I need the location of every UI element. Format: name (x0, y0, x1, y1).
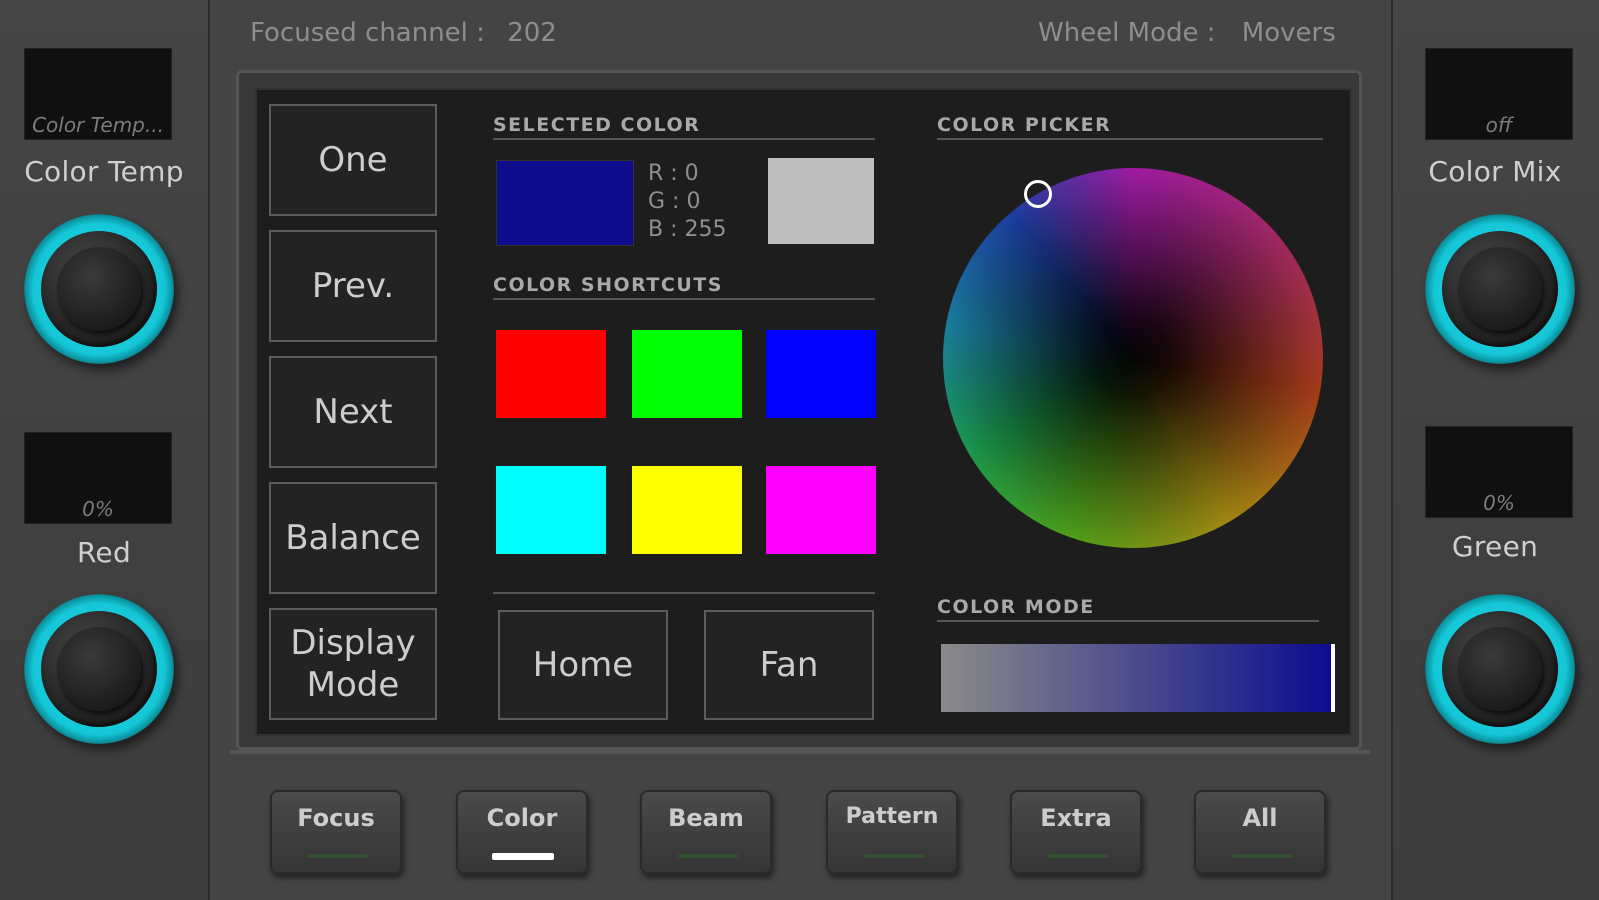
red-display: 0% (24, 432, 172, 524)
tab-pattern[interactable]: Pattern (826, 790, 958, 874)
green-value: G : 0 (648, 189, 701, 214)
color-temp-display-value: Color Temp... (32, 113, 164, 137)
tab-focus[interactable]: Focus (270, 790, 402, 874)
tab-indicator (1048, 854, 1108, 858)
shortcut-blue[interactable] (766, 330, 876, 418)
knob-ring (1442, 231, 1558, 347)
green-display: 0% (1425, 426, 1573, 518)
home-button[interactable]: Home (498, 610, 668, 720)
red-knob[interactable] (24, 594, 174, 744)
color-mode-slider[interactable] (941, 644, 1335, 712)
knob-ring (1442, 611, 1558, 727)
blue-value: B : 255 (648, 217, 727, 242)
knob-cap (1458, 247, 1542, 331)
color-mix-display: off (1425, 48, 1573, 140)
tab-pattern-label: Pattern (845, 804, 939, 829)
focused-channel-info: Focused channel : 202 (250, 18, 557, 48)
green-knob[interactable] (1425, 594, 1575, 744)
focused-channel-label: Focused channel : (250, 18, 485, 48)
tab-indicator (678, 854, 738, 858)
balance-button-label: Balance (285, 517, 421, 558)
one-button-label: One (318, 139, 388, 180)
green-display-value: 0% (1483, 491, 1515, 515)
color-mode-slider-handle[interactable] (1331, 644, 1335, 712)
wheel-mode-info: Wheel Mode : Movers (1038, 18, 1336, 48)
green-label: Green (1451, 530, 1539, 563)
focused-channel-value: 202 (507, 18, 557, 48)
shortcut-cyan[interactable] (496, 466, 606, 554)
knob-ring (41, 231, 157, 347)
bottom-divider (230, 750, 1370, 754)
red-display-value: 0% (82, 497, 114, 521)
color-temp-display: Color Temp... (24, 48, 172, 140)
one-button[interactable]: One (269, 104, 437, 216)
divider (493, 592, 875, 594)
tab-indicator (492, 853, 554, 860)
wheel-mode-value: Movers (1241, 18, 1336, 48)
tab-color[interactable]: Color (456, 790, 588, 874)
shortcut-red[interactable] (496, 330, 606, 418)
next-button-label: Next (313, 391, 393, 432)
shortcut-magenta[interactable] (766, 466, 876, 554)
color-wheel[interactable] (943, 168, 1323, 548)
knob-cap (57, 247, 141, 331)
color-shortcuts-title: COLOR SHORTCUTS (493, 274, 875, 300)
knob-cap (1458, 627, 1542, 711)
color-wheel-cursor[interactable] (1024, 180, 1052, 208)
knob-cap (57, 627, 141, 711)
tab-all-label: All (1242, 804, 1278, 832)
secondary-color-swatch[interactable] (768, 158, 874, 244)
tab-extra-label: Extra (1040, 804, 1112, 832)
tab-extra[interactable]: Extra (1010, 790, 1142, 874)
tab-beam-label: Beam (668, 804, 744, 832)
shortcut-yellow[interactable] (632, 466, 742, 554)
red-value: R : 0 (648, 161, 699, 186)
color-mix-label: Color Mix (1428, 155, 1562, 188)
color-picker-title: COLOR PICKER (937, 114, 1323, 140)
color-temp-label: Color Temp (24, 155, 184, 188)
fan-button[interactable]: Fan (704, 610, 874, 720)
tab-indicator (864, 854, 924, 858)
tab-beam[interactable]: Beam (640, 790, 772, 874)
shortcut-green[interactable] (632, 330, 742, 418)
tab-color-label: Color (486, 804, 558, 832)
prev-button-label: Prev. (311, 265, 395, 306)
color-mix-knob[interactable] (1425, 214, 1575, 364)
fan-button-label: Fan (759, 644, 819, 685)
prev-button[interactable]: Prev. (269, 230, 437, 342)
balance-button[interactable]: Balance (269, 482, 437, 594)
next-button[interactable]: Next (269, 356, 437, 468)
home-button-label: Home (532, 644, 634, 685)
rgb-values: R : 0 G : 0 B : 255 (648, 160, 726, 244)
color-mode-title: COLOR MODE (937, 596, 1319, 622)
selected-color-swatch (496, 160, 634, 246)
red-label: Red (76, 536, 132, 569)
color-temp-knob[interactable] (24, 214, 174, 364)
tab-focus-label: Focus (297, 804, 375, 832)
display-mode-button-label: Display Mode (290, 622, 416, 706)
tab-indicator (308, 854, 368, 858)
display-mode-button[interactable]: Display Mode (269, 608, 437, 720)
wheel-mode-label: Wheel Mode : (1038, 18, 1216, 48)
knob-ring (41, 611, 157, 727)
selected-color-title: SELECTED COLOR (493, 114, 875, 140)
tab-indicator (1232, 854, 1292, 858)
tab-all[interactable]: All (1194, 790, 1326, 874)
color-mix-display-value: off (1485, 113, 1513, 137)
